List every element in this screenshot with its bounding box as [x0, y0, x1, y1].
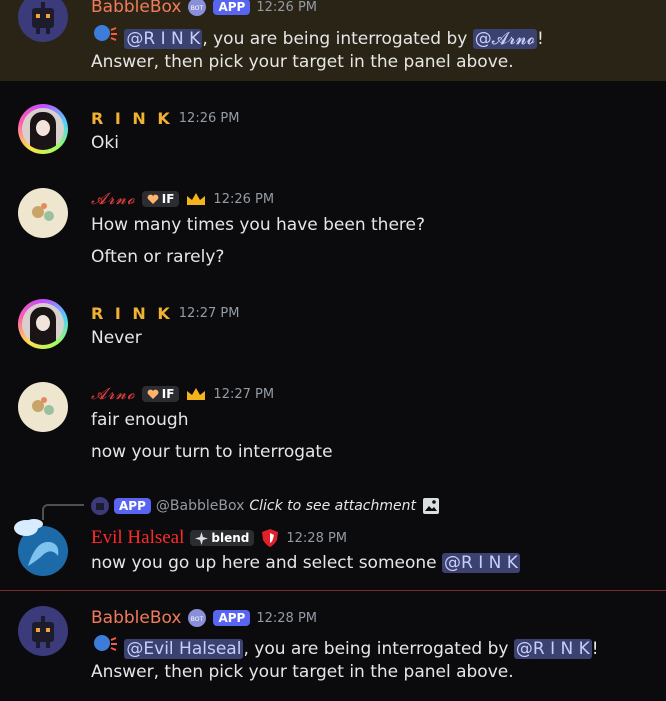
message-line: Never: [91, 328, 142, 348]
app-badge: APP: [213, 610, 251, 626]
mention-rink[interactable]: @R I N K: [513, 639, 592, 659]
message-babblebox-1: BabbleBox BOT APP 12:26 PM @R I N K, you…: [0, 0, 666, 81]
rink-avatar[interactable]: [18, 299, 68, 349]
message-rink-1: R I N K 12:26 PM Oki: [0, 100, 666, 170]
author-name[interactable]: BabbleBox: [91, 608, 181, 628]
heart-tag-icon: [147, 194, 159, 204]
mention-arno[interactable]: @𝓐𝓻𝓷𝓸: [472, 29, 538, 49]
robot-avatar-icon: [32, 616, 54, 648]
app-badge: APP: [213, 0, 251, 15]
reply-preview[interactable]: APP @BabbleBox Click to see attachment: [91, 496, 441, 516]
message-line: How many times you have been there?: [91, 215, 426, 235]
new-messages-divider: [0, 590, 666, 591]
image-attachment-icon: [422, 498, 439, 514]
reply-connector: [42, 504, 84, 520]
author-name[interactable]: Evil Halseal: [91, 527, 184, 549]
mention-evil-halseal[interactable]: @Evil Halseal: [124, 639, 244, 659]
message-line: @Evil Halseal, you are being interrogate…: [91, 634, 599, 659]
babblebox-mini-avatar: [91, 497, 109, 515]
author-name[interactable]: 𝓐𝓻𝓷𝓸: [91, 189, 136, 209]
message-line: Answer, then pick your target in the pan…: [91, 662, 514, 682]
timestamp[interactable]: 12:26 PM: [213, 192, 274, 207]
babblebox-avatar[interactable]: [18, 606, 68, 656]
mention-rink[interactable]: @R I N K: [442, 553, 520, 573]
bot-verified-badge-icon: BOT: [188, 0, 207, 16]
message-line: now you go up here and select someone @R…: [91, 553, 520, 573]
timestamp[interactable]: 12:28 PM: [256, 611, 317, 626]
speaking-head-icon: [91, 24, 119, 49]
author-name[interactable]: R I N K: [91, 109, 173, 128]
red-shield-icon: [262, 529, 279, 547]
message-arno-2: 𝓐𝓻𝓷𝓸 IF 12:27 PM fair enough now your tu…: [0, 378, 666, 478]
rink-avatar[interactable]: [18, 104, 68, 154]
message-line: Answer, then pick your target in the pan…: [91, 52, 514, 72]
message-line: @R I N K, you are being interrogated by …: [91, 24, 544, 49]
message-line: now your turn to interrogate: [91, 442, 333, 462]
timestamp[interactable]: 12:26 PM: [256, 0, 317, 15]
message-arno-1: 𝓐𝓻𝓷𝓸 IF 12:26 PM How many times you have…: [0, 182, 666, 282]
message-line: fair enough: [91, 410, 189, 430]
speaking-head-icon: [91, 634, 119, 659]
message-line: Often or rarely?: [91, 247, 225, 267]
sparkle-tag-icon: [195, 531, 209, 545]
reply-text[interactable]: Click to see attachment: [249, 498, 416, 514]
timestamp[interactable]: 12:28 PM: [286, 531, 347, 546]
svg-text:BOT: BOT: [191, 616, 204, 623]
avatar-decoration: [14, 520, 38, 536]
heart-tag-icon: [147, 389, 159, 399]
bot-verified-badge-icon: BOT: [188, 609, 207, 627]
author-name[interactable]: BabbleBox: [91, 0, 181, 17]
robot-avatar-icon: [32, 2, 54, 34]
timestamp[interactable]: 12:27 PM: [179, 306, 240, 321]
message-rink-2: R I N K 12:27 PM Never: [0, 296, 666, 366]
guild-tag[interactable]: IF: [141, 191, 180, 207]
babblebox-avatar[interactable]: [18, 0, 68, 42]
author-name[interactable]: R I N K: [91, 304, 173, 323]
timestamp[interactable]: 12:26 PM: [179, 111, 240, 126]
app-badge: APP: [114, 498, 151, 514]
svg-text:BOT: BOT: [191, 5, 204, 12]
message-babblebox-2: BabbleBox BOT APP 12:28 PM @Evil Halseal…: [0, 600, 666, 701]
author-name[interactable]: 𝓐𝓻𝓷𝓸: [91, 384, 136, 404]
guild-tag[interactable]: IF: [141, 386, 180, 402]
timestamp[interactable]: 12:27 PM: [213, 387, 274, 402]
message-line: Oki: [91, 133, 119, 153]
mention-rink[interactable]: @R I N K: [124, 29, 203, 49]
arno-avatar[interactable]: [18, 188, 68, 238]
crown-icon: [187, 193, 206, 205]
reply-author[interactable]: @BabbleBox: [156, 498, 244, 514]
arno-avatar[interactable]: [18, 382, 68, 432]
crown-icon: [187, 388, 206, 400]
guild-tag[interactable]: blend: [190, 530, 255, 546]
